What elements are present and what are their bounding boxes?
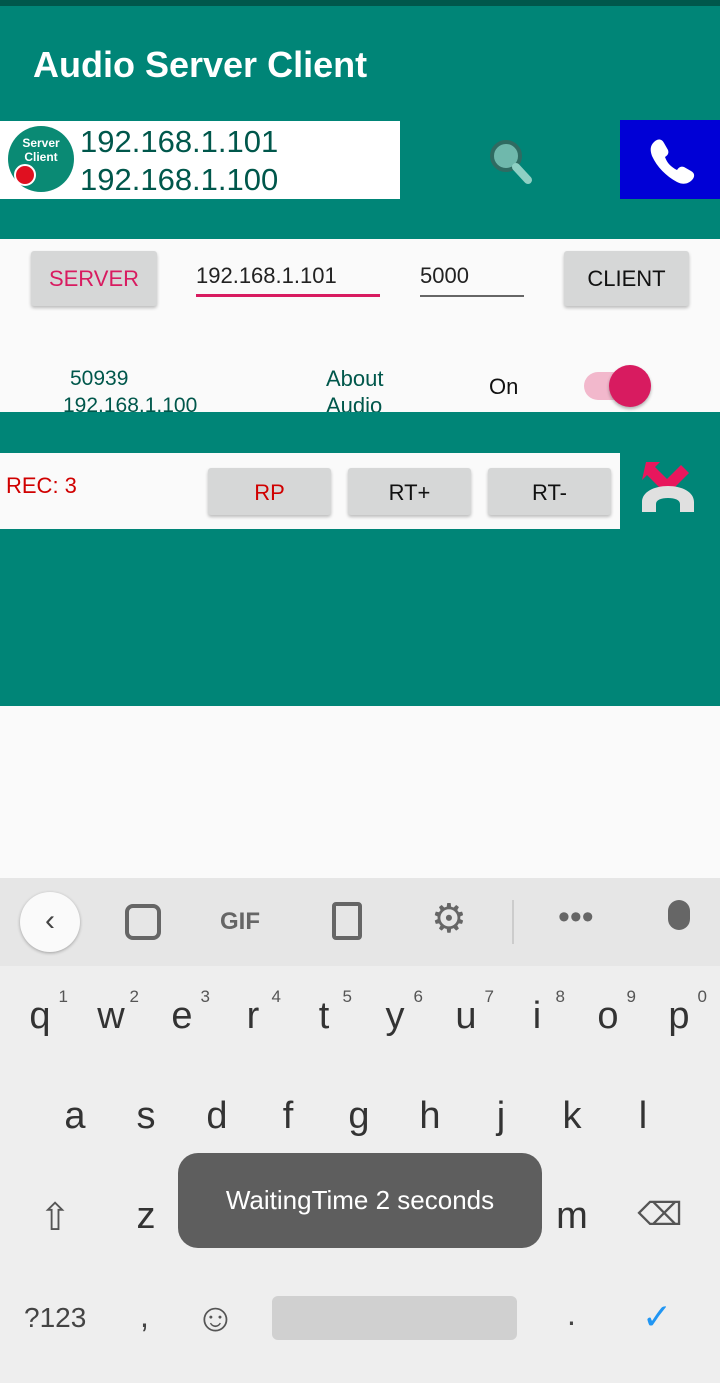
ip-input[interactable]: 192.168.1.101 — [196, 263, 337, 289]
key-hint: 0 — [697, 987, 707, 1006]
key-hint: 7 — [484, 987, 494, 1006]
key[interactable]: l — [613, 1095, 673, 1138]
call-button[interactable] — [620, 120, 720, 199]
key[interactable]: e3 — [152, 987, 212, 1038]
ip-input-underline — [196, 294, 380, 297]
key[interactable]: q1 — [10, 987, 70, 1038]
key-label: q — [29, 995, 51, 1037]
symbols-key[interactable]: ?123 — [24, 1302, 86, 1334]
rt-minus-button[interactable]: RT- — [488, 468, 611, 515]
app-title: Audio Server Client — [33, 44, 368, 85]
mic-icon[interactable] — [668, 900, 690, 930]
key-hint: 5 — [342, 987, 352, 1006]
emoji-icon[interactable]: ☺ — [195, 1296, 236, 1341]
switch-label: On — [489, 374, 519, 399]
rt-plus-button[interactable]: RT+ — [348, 468, 471, 515]
key[interactable]: k — [542, 1095, 602, 1138]
done-check-icon[interactable]: ✓ — [642, 1296, 672, 1338]
comma-key[interactable]: , — [140, 1298, 149, 1335]
key-label: r — [246, 995, 260, 1037]
clipboard-icon[interactable] — [332, 902, 362, 940]
key[interactable]: i8 — [507, 987, 567, 1038]
key-label: o — [597, 995, 619, 1037]
more-icon[interactable]: ••• — [558, 898, 594, 937]
rec-count: REC: 3 — [6, 473, 77, 498]
key-label: e — [171, 995, 193, 1037]
waveform-icon — [14, 164, 36, 186]
gif-button[interactable]: GIF — [220, 908, 260, 936]
key[interactable]: t5 — [294, 987, 354, 1038]
about-link[interactable]: About — [326, 366, 384, 392]
key-hint: 6 — [413, 987, 423, 1006]
key-label: u — [455, 995, 477, 1037]
toolbar-divider — [512, 900, 514, 944]
toast-message: WaitingTime 2 seconds — [178, 1153, 542, 1248]
key-hint: 4 — [271, 987, 281, 1006]
key[interactable]: j — [471, 1095, 531, 1138]
key-hint: 9 — [626, 987, 636, 1006]
key[interactable]: z — [116, 1195, 176, 1238]
logo-text: Server — [22, 136, 60, 150]
switch-thumb[interactable] — [609, 365, 651, 407]
local-ip: 192.168.1.101 — [80, 124, 279, 159]
key-hint: 1 — [58, 987, 68, 1006]
key-label: y — [385, 995, 405, 1037]
key-label: t — [318, 995, 330, 1037]
phone-icon — [650, 139, 695, 184]
search-icon[interactable] — [484, 136, 536, 188]
key[interactable]: g — [329, 1095, 389, 1138]
key[interactable]: d — [187, 1095, 247, 1138]
period-key[interactable]: . — [567, 1296, 576, 1333]
remote-ip: 192.168.1.100 — [80, 162, 279, 197]
sticker-icon[interactable] — [125, 904, 161, 940]
settings-icon[interactable]: ⚙ — [431, 896, 467, 942]
server-button[interactable]: SERVER — [31, 251, 157, 306]
key[interactable]: w2 — [81, 987, 141, 1038]
key-label: p — [668, 995, 690, 1037]
key[interactable]: m — [542, 1195, 602, 1238]
key[interactable]: u7 — [436, 987, 496, 1038]
logo-text: Client — [24, 150, 58, 164]
rp-button[interactable]: RP — [208, 468, 331, 515]
key[interactable]: h — [400, 1095, 460, 1138]
back-icon[interactable]: ‹ — [20, 892, 80, 952]
key-hint: 8 — [555, 987, 565, 1006]
key-hint: 2 — [129, 987, 139, 1006]
client-button[interactable]: CLIENT — [564, 251, 689, 306]
key[interactable]: p0 — [649, 987, 709, 1038]
key[interactable]: r4 — [223, 987, 283, 1038]
port-input[interactable]: 5000 — [420, 263, 469, 289]
space-bar[interactable] — [272, 1296, 517, 1340]
key-label: i — [532, 995, 542, 1037]
port-number: 50939 — [70, 367, 129, 390]
app-logo: Server Client — [8, 126, 74, 192]
key-label: w — [97, 995, 125, 1037]
key[interactable]: s — [116, 1095, 176, 1138]
key-hint: 3 — [200, 987, 210, 1006]
key[interactable]: o9 — [578, 987, 638, 1038]
key[interactable]: a — [45, 1095, 105, 1138]
backspace-icon[interactable]: ⌫ — [630, 1195, 690, 1233]
hangup-icon[interactable] — [638, 460, 700, 516]
key[interactable]: f — [258, 1095, 318, 1138]
key[interactable]: y6 — [365, 987, 425, 1038]
port-input-underline — [420, 295, 524, 297]
shift-icon[interactable]: ⇧ — [25, 1195, 85, 1240]
